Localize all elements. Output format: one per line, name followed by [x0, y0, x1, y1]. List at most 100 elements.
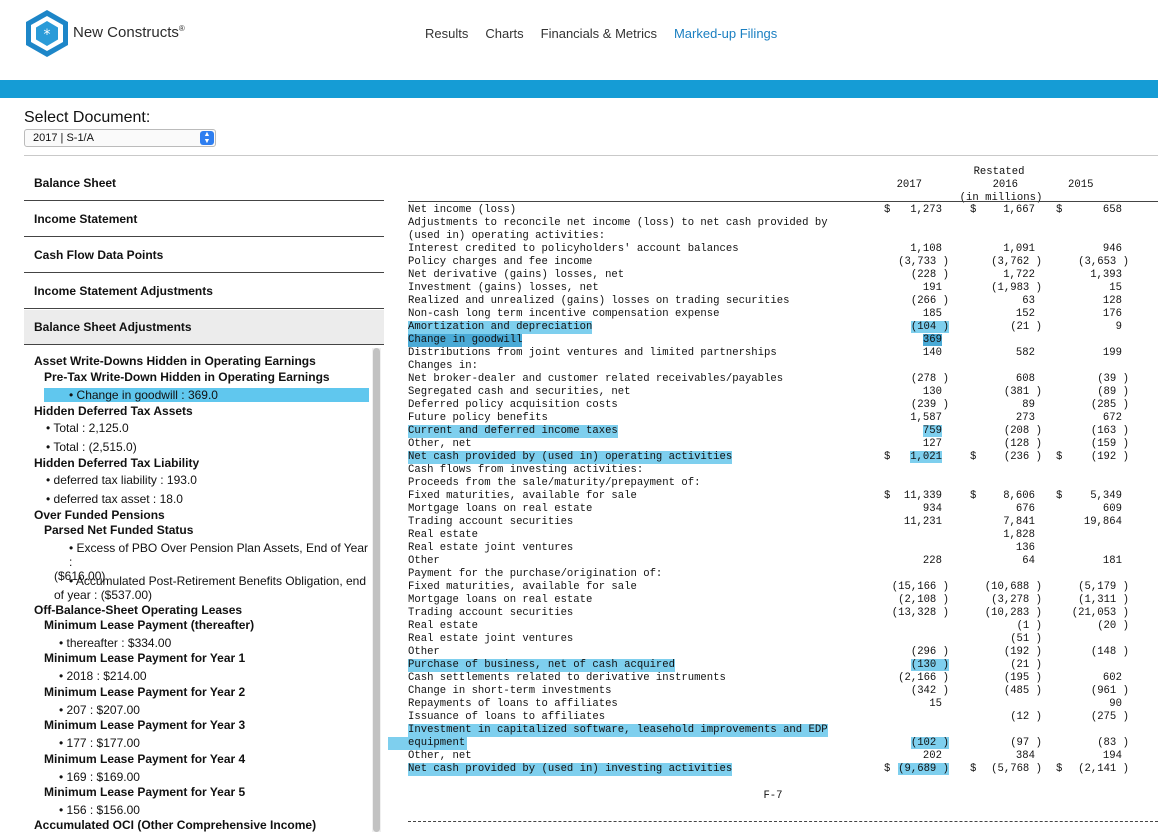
tree-item[interactable]: • 156 : $156.00 — [24, 803, 349, 817]
statement-row[interactable]: Changes in: — [408, 360, 1158, 373]
new-constructs-logo-icon[interactable]: * — [24, 8, 70, 58]
tree-item[interactable]: • Accumulated Post-Retirement Benefits O… — [54, 574, 372, 602]
statement-row[interactable]: Policy charges and fee income (3,733 ) (3,… — [408, 256, 1158, 269]
tree-heading[interactable]: Over Funded Pensions — [34, 508, 165, 522]
nav-item-results[interactable]: Results — [425, 26, 468, 41]
row-label: Segregated cash and securities, net — [408, 386, 631, 398]
statement-row[interactable]: Mortgage loans on real estate 934 676 609 — [408, 503, 1158, 516]
tree-subheading[interactable]: Minimum Lease Payment (thereafter) — [44, 618, 254, 632]
tree-subheading[interactable]: Pre-Tax Write-Down Hidden in Operating E… — [44, 370, 330, 384]
statement-row[interactable]: Interest credited to policyholders' acco… — [408, 243, 1158, 256]
statement-row[interactable]: Real estate (1 ) (20 ) — [408, 620, 1158, 633]
statement-row[interactable]: Net income (loss) $1,273 $1,667 $658 — [408, 204, 1158, 217]
statement-row[interactable]: Distributions from joint ventures and li… — [408, 347, 1158, 360]
statement-row[interactable]: Real estate 1,828 — [408, 529, 1158, 542]
section-income-statement-adjustments[interactable]: Income Statement Adjustments — [24, 274, 384, 309]
tree-subheading[interactable]: Minimum Lease Payment for Year 2 — [44, 685, 245, 699]
tree-subheading[interactable]: Minimum Lease Payment for Year 5 — [44, 785, 245, 799]
nav-item-charts[interactable]: Charts — [485, 26, 523, 41]
tree-heading[interactable]: Off-Balance-Sheet Operating Leases — [34, 603, 242, 617]
select-chevron-icon[interactable]: ▲ ▼ — [200, 131, 214, 145]
row-value-col3: (2,141 ) — [1078, 763, 1129, 775]
tree-heading[interactable]: Hidden Deferred Tax Liability — [34, 456, 199, 470]
row-value-col2: (3,762 ) — [991, 256, 1042, 268]
section-balance-sheet-adjustments[interactable]: Balance Sheet Adjustments — [24, 310, 384, 345]
tree-heading[interactable]: Asset Write-Downs Hidden in Operating Ea… — [34, 354, 316, 368]
tree-subheading[interactable]: Minimum Lease Payment for Year 1 — [44, 651, 245, 665]
statement-row[interactable]: Non-cash long term incentive compensatio… — [408, 308, 1158, 321]
row-value-col2: 273 — [1015, 412, 1035, 424]
statement-row[interactable]: Trading account securities (13,328 ) (10,2… — [408, 607, 1158, 620]
statement-row[interactable]: Net cash provided by (used in) investing… — [408, 763, 1158, 776]
statement-row[interactable]: Future policy benefits 1,587 273 672 — [408, 412, 1158, 425]
statement-row[interactable]: Segregated cash and securities, net 130 (3… — [408, 386, 1158, 399]
statement-row[interactable]: Proceeds from the sale/maturity/prepayme… — [408, 477, 1158, 490]
row-value-col2: (5,768 ) — [991, 763, 1042, 775]
statement-row[interactable]: Investment (gains) losses, net 191 (1,983 … — [408, 282, 1158, 295]
statement-row[interactable]: Trading account securities 11,231 7,841 19,… — [408, 516, 1158, 529]
statement-row[interactable]: Investment in capitalized software, leas… — [408, 724, 1158, 737]
tree-item[interactable]: • 2018 : $214.00 — [24, 669, 349, 683]
statement-row[interactable]: Other, net 127 (128 ) (159 ) — [408, 438, 1158, 451]
statement-row[interactable]: Real estate joint ventures (51 ) — [408, 633, 1158, 646]
statement-row[interactable]: Mortgage loans on real estate (2,108 ) (3,… — [408, 594, 1158, 607]
scrollbar-thumb[interactable] — [373, 348, 380, 832]
statement-row[interactable]: Net cash provided by (used in) operating… — [408, 451, 1158, 464]
statement-row[interactable]: Payment for the purchase/origination of: — [408, 568, 1158, 581]
tree-subheading[interactable]: Minimum Lease Payment for Year 4 — [44, 752, 245, 766]
statement-row[interactable]: (used in) operating activities: — [408, 230, 1158, 243]
tree-item[interactable]: • thereafter : $334.00 — [24, 636, 349, 650]
tree-item-selected[interactable]: • Change in goodwill : 369.0 — [44, 388, 369, 402]
nav-item-financials-metrics[interactable]: Financials & Metrics — [541, 26, 657, 41]
row-value-col3: 672 — [1102, 412, 1122, 424]
row-value-col1: 127 — [922, 438, 942, 450]
statement-row[interactable]: Repayments of loans to affiliates 15 90 — [408, 698, 1158, 711]
statement-row[interactable]: Deferred policy acquisition costs (239 ) 8… — [408, 399, 1158, 412]
tree-heading[interactable]: Hidden Deferred Tax Assets — [34, 404, 193, 418]
row-value-col3: (285 ) — [1090, 399, 1129, 411]
statement-row[interactable]: Fixed maturities, available for sale $11,… — [408, 490, 1158, 503]
statement-row[interactable]: Cash settlements related to derivative i… — [408, 672, 1158, 685]
page-number: F-7 — [763, 790, 783, 802]
brand-name[interactable]: New Constructs® — [73, 24, 185, 41]
row-value-col2: 582 — [1015, 347, 1035, 359]
statement-row[interactable]: Net broker-dealer and customer related r… — [408, 373, 1158, 386]
statement-row[interactable]: Change in short-term investments (342 ) (4… — [408, 685, 1158, 698]
row-value-col3: (275 ) — [1090, 711, 1129, 723]
tree-subheading[interactable]: Minimum Lease Payment for Year 3 — [44, 718, 245, 732]
statement-row[interactable]: Amortization and depreciation (104 ) (21 )… — [408, 321, 1158, 334]
section-cash-flow-data-points[interactable]: Cash Flow Data Points — [24, 238, 384, 273]
statement-row[interactable]: equipment (102 ) (97 ) (83 ) — [388, 737, 1158, 750]
statement-row[interactable]: Other (296 ) (192 ) (148 ) — [408, 646, 1158, 659]
tree-item[interactable]: • deferred tax liability : 193.0 — [24, 473, 349, 487]
statement-row[interactable]: Current and deferred income taxes 759 (208… — [408, 425, 1158, 438]
statement-row[interactable]: Cash flows from investing activities: — [408, 464, 1158, 477]
tree-item[interactable]: • Total : 2,125.0 — [24, 421, 349, 435]
statement-row[interactable]: Realized and unrealized (gains) losses o… — [408, 295, 1158, 308]
statement-row[interactable]: Purchase of business, net of cash acquir… — [408, 659, 1158, 672]
tree-item[interactable]: • Total : (2,515.0) — [24, 440, 349, 454]
document-select[interactable]: 2017 | S-1/A ▲ ▼ — [24, 129, 216, 147]
statement-row[interactable]: Other, net 202 384 194 — [408, 750, 1158, 763]
tree-item[interactable]: • deferred tax asset : 18.0 — [24, 492, 349, 506]
statement-row[interactable]: Other 228 64 181 — [408, 555, 1158, 568]
section-income-statement[interactable]: Income Statement — [24, 202, 384, 237]
row-value-col3: (1,311 ) — [1078, 594, 1129, 606]
statement-row[interactable]: Issuance of loans to affiliates (12 ) (275… — [408, 711, 1158, 724]
tree-item[interactable]: • 177 : $177.00 — [24, 736, 349, 750]
tree-scrollbar[interactable] — [372, 348, 381, 832]
highlighted-value: 369 — [922, 334, 942, 346]
statement-row[interactable]: Net derivative (gains) losses, net (228 )… — [408, 269, 1158, 282]
tree-heading[interactable]: Accumulated OCI (Other Comprehensive Inc… — [34, 818, 316, 832]
statement-row[interactable]: Adjustments to reconcile net income (los… — [408, 217, 1158, 230]
statement-row[interactable]: Fixed maturities, available for sale (15,… — [408, 581, 1158, 594]
statement-row[interactable]: Change in goodwill 369 — [408, 334, 1158, 347]
row-value-col1: (342 ) — [910, 685, 949, 697]
row-value-col1: (2,108 ) — [898, 594, 949, 606]
tree-subheading[interactable]: Parsed Net Funded Status — [44, 523, 193, 537]
tree-item[interactable]: • 207 : $207.00 — [24, 703, 349, 717]
statement-row[interactable]: Real estate joint ventures 136 — [408, 542, 1158, 555]
nav-item-marked-up-filings[interactable]: Marked-up Filings — [674, 26, 777, 41]
tree-item[interactable]: • 169 : $169.00 — [24, 770, 349, 784]
section-balance-sheet[interactable]: Balance Sheet — [24, 166, 384, 201]
